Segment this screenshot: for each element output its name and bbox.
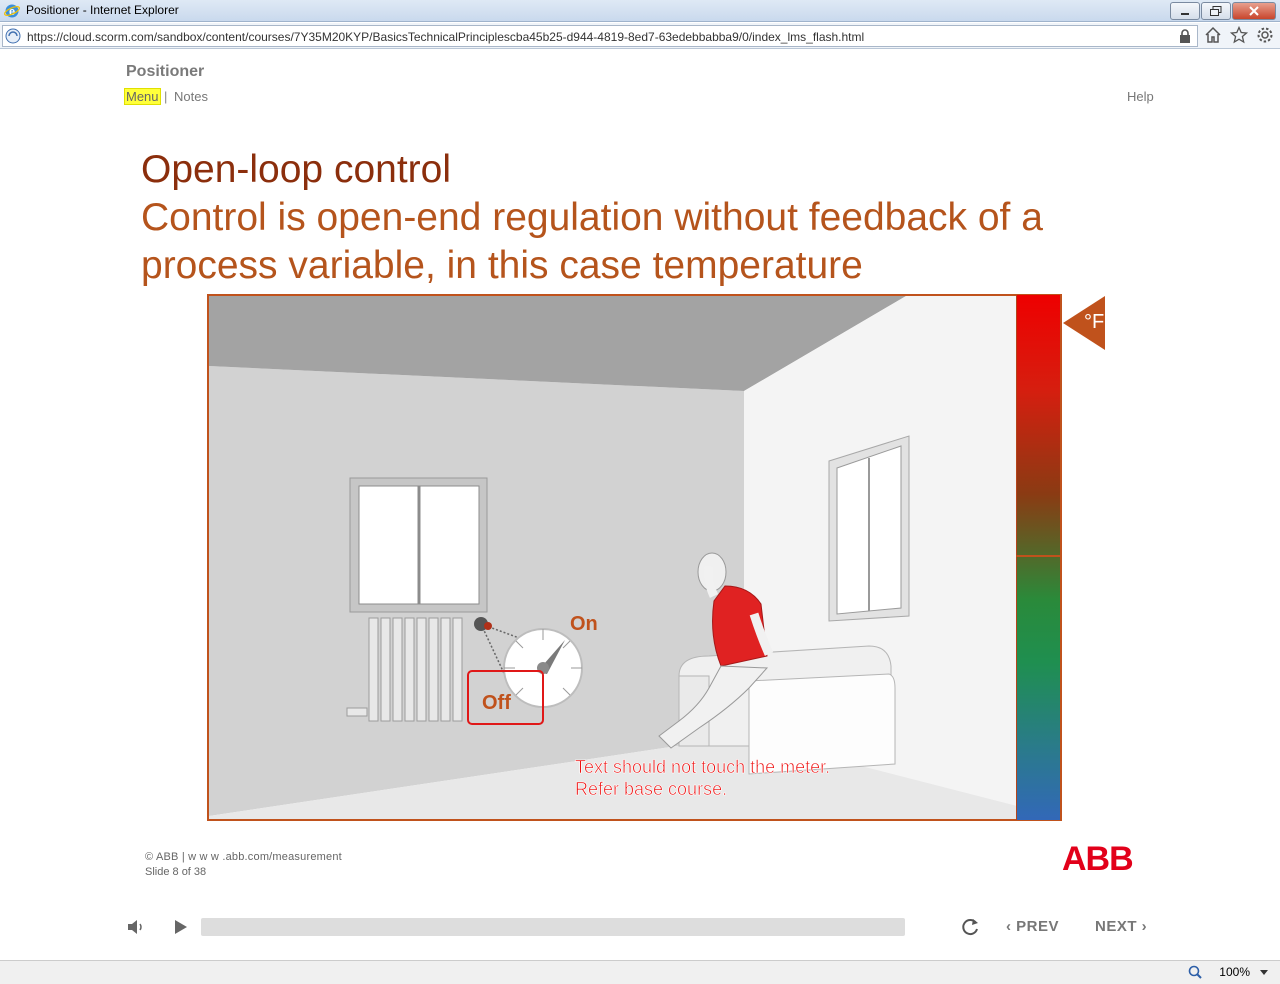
copyright-text: © ABB | w w w .abb.com/measurement <box>145 851 342 863</box>
lock-icon[interactable] <box>1179 29 1191 43</box>
chevron-left-icon: ‹ <box>1006 918 1017 935</box>
replay-icon[interactable] <box>961 917 981 937</box>
dial-off-label: Off <box>482 692 511 714</box>
window-controls <box>1170 2 1276 20</box>
prev-button[interactable]: ‹ PREV <box>1006 918 1059 935</box>
review-note: Text should not touch the meter. Refer b… <box>575 756 831 800</box>
room-scene <box>209 296 1017 819</box>
progress-bar[interactable] <box>201 918 905 936</box>
next-button[interactable]: NEXT › <box>1095 918 1147 935</box>
abb-logo: ABB <box>1062 840 1134 878</box>
window-title: Positioner - Internet Explorer <box>26 3 179 17</box>
page-icon <box>5 28 21 44</box>
course-content: Positioner Menu | Notes Help Open-loop c… <box>0 50 1280 960</box>
dial-on-label: On <box>570 613 598 635</box>
zoom-icon[interactable] <box>1188 965 1202 979</box>
status-bar: 100% <box>0 960 1280 984</box>
back-window <box>349 477 488 613</box>
favorites-star-icon[interactable] <box>1229 25 1249 44</box>
help-link[interactable]: Help <box>1127 89 1154 104</box>
play-icon[interactable] <box>172 917 190 937</box>
next-label: NEXT <box>1095 918 1138 935</box>
minimize-icon <box>1181 13 1189 15</box>
room-illustration <box>207 294 1062 821</box>
temperature-meter-midline <box>1016 555 1060 557</box>
volume-icon[interactable] <box>126 917 146 937</box>
slide-heading: Open-loop control <box>141 148 452 191</box>
internet-explorer-icon: e <box>4 4 20 18</box>
minimize-button[interactable] <box>1170 2 1200 20</box>
review-note-line-2: Refer base course. <box>575 779 728 800</box>
close-icon <box>1249 6 1259 16</box>
close-button[interactable] <box>1232 2 1276 20</box>
player-controls: ‹ PREV NEXT › <box>0 912 1280 942</box>
review-note-line-1: Text should not touch the meter. <box>575 757 831 778</box>
zoom-dropdown-caret-icon[interactable] <box>1260 970 1268 975</box>
home-icon[interactable] <box>1204 26 1222 44</box>
url-text: https://cloud.scorm.com/sandbox/content/… <box>27 30 865 44</box>
chevron-right-icon: › <box>1137 918 1148 935</box>
slide-counter: Slide 8 of 38 <box>145 866 207 878</box>
nav-separator: | <box>164 89 168 104</box>
prev-label: PREV <box>1016 918 1060 935</box>
temperature-meter <box>1016 295 1060 820</box>
course-title: Positioner <box>126 63 205 80</box>
window-titlebar: e Positioner - Internet Explorer <box>0 0 1280 22</box>
address-bar: https://cloud.scorm.com/sandbox/content/… <box>0 23 1280 49</box>
side-window <box>828 435 910 622</box>
settings-gear-icon[interactable] <box>1256 26 1274 44</box>
url-field[interactable]: https://cloud.scorm.com/sandbox/content/… <box>2 25 1198 47</box>
restore-button[interactable] <box>1201 2 1231 20</box>
restore-icon <box>1210 6 1222 16</box>
browser-toolbar <box>1204 25 1274 44</box>
notes-link[interactable]: Notes <box>174 89 208 104</box>
slide-subheading: Control is open-end regulation without f… <box>141 196 1043 287</box>
menu-link[interactable]: Menu <box>124 88 161 105</box>
temperature-unit-label: °F <box>1084 311 1105 333</box>
zoom-level[interactable]: 100% <box>1219 965 1250 979</box>
